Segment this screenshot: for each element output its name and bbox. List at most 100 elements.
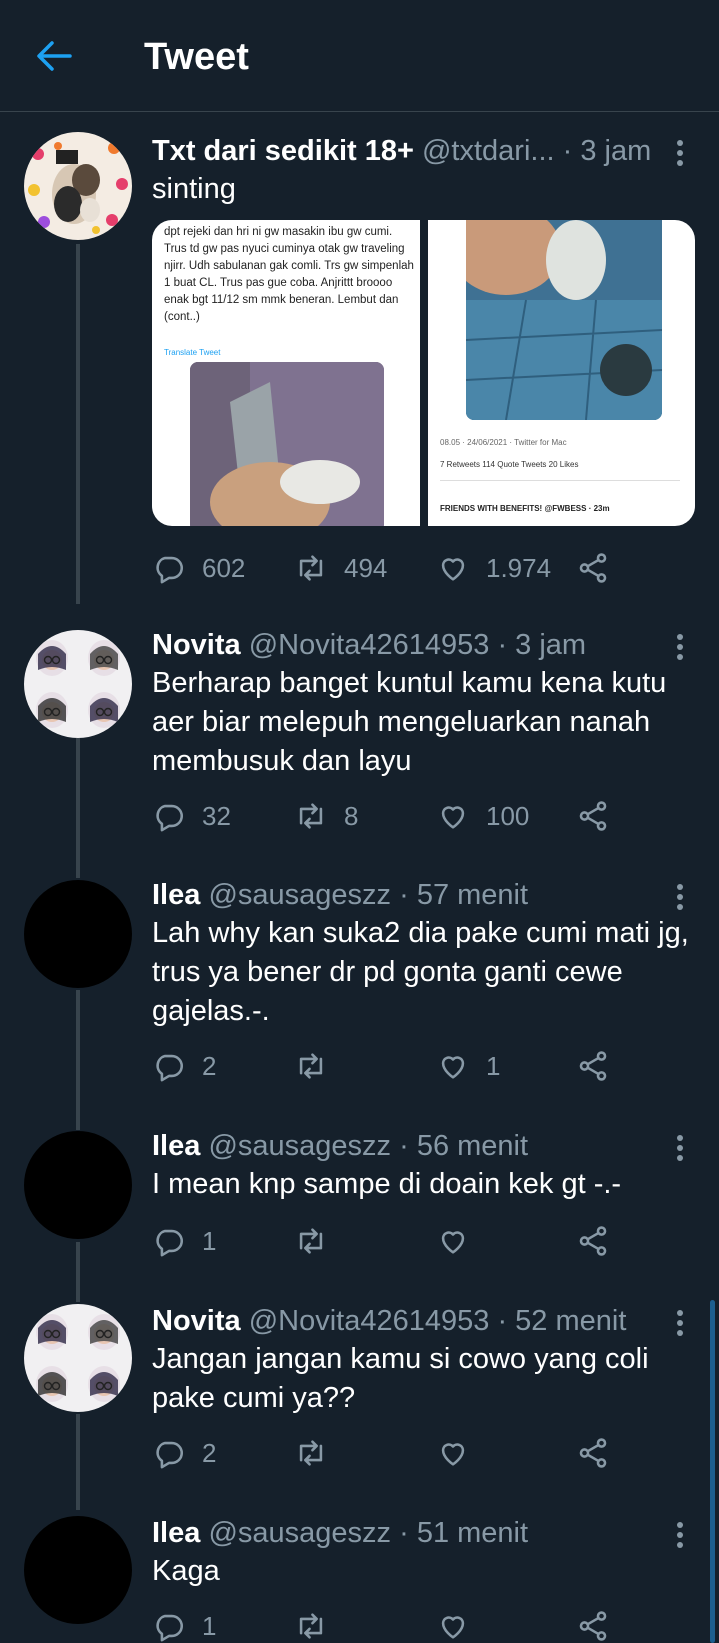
reply-count: 2 [202, 1437, 217, 1468]
reply-icon [156, 1054, 184, 1082]
back-arrow-icon[interactable] [34, 36, 74, 76]
tweet-header: Novita @Novita42614953 · 3 jam [152, 626, 652, 664]
reply-button[interactable]: 32 [152, 796, 231, 836]
photo [190, 362, 384, 526]
share-button[interactable] [576, 1433, 610, 1473]
heart-icon [441, 1443, 465, 1466]
like-button[interactable] [436, 1221, 486, 1261]
image-meta: 08.05 · 24/06/2021 · Twitter for Mac [440, 438, 567, 447]
avatar[interactable] [24, 1516, 132, 1624]
author-name[interactable]: Novita [152, 1305, 241, 1337]
like-count: 1 [486, 1050, 501, 1081]
more-options-icon[interactable] [668, 1520, 692, 1550]
timestamp[interactable]: 3 jam [580, 135, 651, 167]
like-button[interactable]: 1.974 [436, 548, 551, 588]
author-name[interactable]: Ilea [152, 1517, 200, 1549]
timestamp[interactable]: 56 menit [417, 1130, 528, 1162]
image-action-icons [440, 480, 680, 496]
share-icon [579, 801, 607, 831]
retweet-button[interactable] [294, 1046, 344, 1086]
tweet-header: Ilea @sausageszz · 56 menit [152, 1127, 652, 1165]
reply-tweet[interactable]: Novita @Novita42614953 · 52 menit Jangan… [0, 1302, 719, 1482]
retweet-button[interactable]: 494 [294, 548, 387, 588]
reply-icon [156, 1441, 184, 1469]
author-name[interactable]: Txt dari sedikit 18+ [152, 135, 414, 167]
retweet-button[interactable] [294, 1221, 344, 1261]
more-options-icon[interactable] [668, 882, 692, 912]
reply-button[interactable]: 1 [152, 1221, 216, 1261]
author-handle[interactable]: @sausageszz [208, 879, 391, 911]
more-options-icon[interactable] [668, 1133, 692, 1163]
author-name[interactable]: Ilea [152, 879, 200, 911]
author-handle[interactable]: @txtdari... [422, 135, 555, 167]
image-quote: FRIENDS WITH BENEFITS! @FWBESS · 23m [440, 504, 610, 513]
image-stats: 7 Retweets 114 Quote Tweets 20 Likes [440, 460, 579, 469]
author-name[interactable]: Ilea [152, 1130, 200, 1162]
reply-count: 32 [202, 800, 231, 831]
tweet-actions: 32 8 100 [152, 796, 692, 836]
tweet-media[interactable]: dpt rejeki dan hri ni gw masakin ibu gw … [152, 220, 695, 526]
tweet-text: Jangan jangan kamu si cowo yang coli pak… [152, 1343, 649, 1414]
reply-tweet[interactable]: Ilea @sausageszz · 57 menit Lah why kan … [0, 876, 719, 1096]
reply-tweet[interactable]: Novita @Novita42614953 · 3 jam Berharap … [0, 626, 719, 846]
reply-icon [156, 1614, 184, 1642]
page-title: Tweet [144, 36, 249, 78]
share-icon [579, 1051, 607, 1081]
reply-button[interactable]: 1 [152, 1606, 216, 1643]
reply-tweet[interactable]: Ilea @sausageszz · 51 menit Kaga 1 [0, 1514, 719, 1643]
retweet-count: 8 [344, 800, 359, 831]
author-handle[interactable]: @sausageszz [208, 1130, 391, 1162]
heart-icon [441, 558, 465, 581]
share-button[interactable] [576, 796, 610, 836]
author-handle[interactable]: @sausageszz [208, 1517, 391, 1549]
media-image-1[interactable]: dpt rejeki dan hri ni gw masakin ibu gw … [152, 220, 420, 526]
more-options-icon[interactable] [668, 1308, 692, 1338]
more-options-icon[interactable] [668, 632, 692, 662]
retweet-icon [299, 1053, 323, 1079]
reply-tweet[interactable]: Ilea @sausageszz · 56 menit I mean knp s… [0, 1127, 719, 1267]
tweet-header: Txt dari sedikit 18+ @txtdari... · 3 jam [152, 132, 652, 170]
timestamp[interactable]: 57 menit [417, 879, 528, 911]
retweet-icon [299, 1613, 323, 1639]
author-handle[interactable]: @Novita42614953 [249, 629, 490, 661]
retweet-icon [299, 1228, 323, 1254]
share-button[interactable] [576, 1221, 610, 1261]
avatar[interactable] [24, 880, 132, 988]
tweet-actions: 1 [152, 1606, 692, 1643]
avatar[interactable] [24, 1131, 132, 1239]
retweet-button[interactable]: 8 [294, 796, 358, 836]
share-icon [579, 553, 607, 583]
share-button[interactable] [576, 1046, 610, 1086]
share-button[interactable] [576, 1606, 610, 1643]
tweet-header: Novita @Novita42614953 · 52 menit [152, 1302, 652, 1340]
retweet-count: 494 [344, 552, 388, 583]
reply-button[interactable]: 602 [152, 548, 245, 588]
scrollbar[interactable] [710, 1300, 715, 1643]
main-tweet[interactable]: Txt dari sedikit 18+ @txtdari... · 3 jam… [0, 132, 719, 592]
timestamp[interactable]: 52 menit [515, 1305, 626, 1337]
reply-button[interactable]: 2 [152, 1046, 216, 1086]
author-handle[interactable]: @Novita42614953 [249, 1305, 490, 1337]
more-options-icon[interactable] [668, 138, 692, 168]
image-caption: dpt rejeki dan hri ni gw masakin ibu gw … [164, 226, 414, 323]
timestamp[interactable]: 51 menit [417, 1517, 528, 1549]
separator: · [399, 879, 409, 911]
timestamp[interactable]: 3 jam [515, 629, 586, 661]
media-image-2[interactable]: 08.05 · 24/06/2021 · Twitter for Mac 7 R… [428, 220, 695, 526]
like-button[interactable]: 100 [436, 796, 529, 836]
retweet-button[interactable] [294, 1606, 344, 1643]
tweet-text: Lah why kan suka2 dia pake cumi mati jg,… [152, 917, 689, 1027]
separator: · [497, 629, 508, 661]
like-button[interactable]: 1 [436, 1046, 500, 1086]
avatar[interactable] [24, 630, 132, 738]
share-button[interactable] [576, 548, 610, 588]
like-button[interactable] [436, 1606, 486, 1643]
retweet-button[interactable] [294, 1433, 344, 1473]
tweet-actions: 2 [152, 1433, 692, 1473]
tweet-actions: 602 494 1.974 [152, 548, 692, 588]
avatar[interactable] [24, 132, 132, 240]
author-name[interactable]: Novita [152, 629, 241, 661]
reply-button[interactable]: 2 [152, 1433, 216, 1473]
like-button[interactable] [436, 1433, 486, 1473]
avatar[interactable] [24, 1304, 132, 1412]
